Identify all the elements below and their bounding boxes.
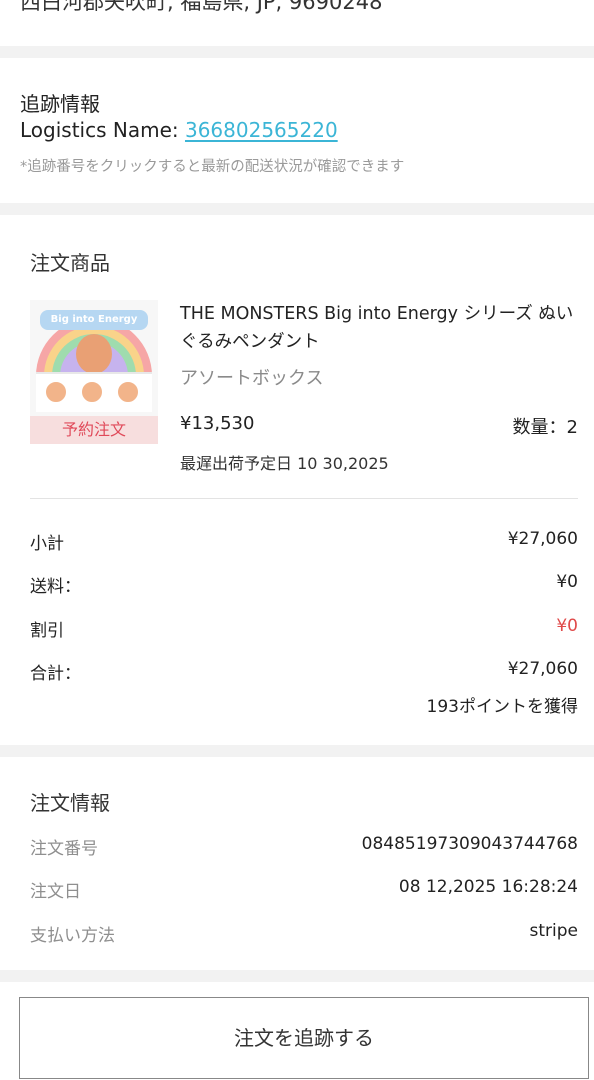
product-image[interactable]: Big into Energy 予約注文	[30, 300, 158, 444]
payment-row: 支払い方法 stripe	[30, 921, 579, 946]
bottom-action-bar: 注文を追跡する	[0, 982, 594, 1080]
image-banner: Big into Energy	[40, 310, 148, 330]
payment-value: stripe	[529, 921, 579, 941]
subtotal-row: 小計 ¥27,060	[30, 529, 578, 554]
image-mini-figure	[80, 380, 104, 404]
divider	[30, 498, 578, 499]
order-date-row: 注文日 08 12,2025 16:28:24	[30, 877, 578, 902]
product-variant: アソートボックス	[180, 368, 324, 389]
shipping-row: 送料： ¥0	[30, 572, 578, 597]
track-order-button[interactable]: 注文を追跡する	[19, 997, 589, 1079]
shipping-address-section: 西白河郡矢吹町, 福島県, JP, 9690248	[0, 0, 594, 46]
product-name[interactable]: THE MONSTERS Big into Energy シリーズ ぬいぐるみペ…	[180, 300, 580, 356]
image-mini-figure	[116, 380, 140, 404]
order-items-title: 注文商品	[30, 251, 110, 275]
tracking-title: 追跡情報	[20, 92, 100, 116]
total-label: 合計：	[30, 664, 81, 684]
discount-label: 割引	[30, 621, 64, 641]
product-quantity: 数量：2	[512, 417, 578, 438]
order-number-label: 注文番号	[30, 839, 98, 859]
preorder-tag: 予約注文	[30, 416, 158, 444]
total-value: ¥27,060	[507, 659, 578, 679]
order-number-row: 注文番号 0848519730904374476​8	[30, 834, 578, 859]
order-info-title: 注文情報	[30, 791, 110, 815]
order-items-section: 注文商品 Big into Energy 予約注文 THE MONSTERS B…	[0, 215, 594, 745]
payment-label: 支払い方法	[30, 926, 115, 946]
tracking-section: 追跡情報 Logistics Name: 366802565220 *追跡番号を…	[0, 58, 594, 203]
product-price: ¥13,530	[180, 413, 255, 434]
discount-row: 割引 ¥0	[30, 616, 578, 641]
image-mini-figure	[44, 380, 68, 404]
section-gap	[0, 745, 594, 757]
logistics-label: Logistics Name:	[20, 118, 185, 142]
section-gap	[0, 46, 594, 58]
shipping-value: ¥0	[556, 572, 578, 592]
product-ship-date: 最遅出荷予定日 10 30,2025	[180, 454, 389, 473]
order-number-value: 0848519730904374476​8	[361, 834, 578, 854]
points-earned: 193ポイントを獲得	[426, 697, 578, 717]
shipping-address-line: 西白河郡矢吹町, 福島県, JP, 9690248	[20, 0, 383, 14]
logistics-row: Logistics Name: 366802565220	[20, 118, 338, 142]
discount-value: ¥0	[556, 616, 578, 636]
order-info-section: 注文情報 注文番号 0848519730904374476​8 注文日 08 1…	[0, 757, 594, 970]
subtotal-value: ¥27,060	[507, 529, 578, 549]
subtotal-label: 小計	[30, 534, 64, 554]
order-date-value: 08 12,2025 16:28:24	[398, 877, 578, 897]
tracking-note: *追跡番号をクリックすると最新の配送状況が確認できます	[20, 159, 405, 175]
shipping-label: 送料：	[30, 577, 81, 597]
image-character	[76, 334, 112, 374]
tracking-number-link[interactable]: 366802565220	[185, 118, 338, 142]
section-gap	[0, 203, 594, 215]
section-gap	[0, 970, 594, 982]
order-date-label: 注文日	[30, 882, 81, 902]
total-row: 合計： ¥27,060	[30, 659, 578, 684]
